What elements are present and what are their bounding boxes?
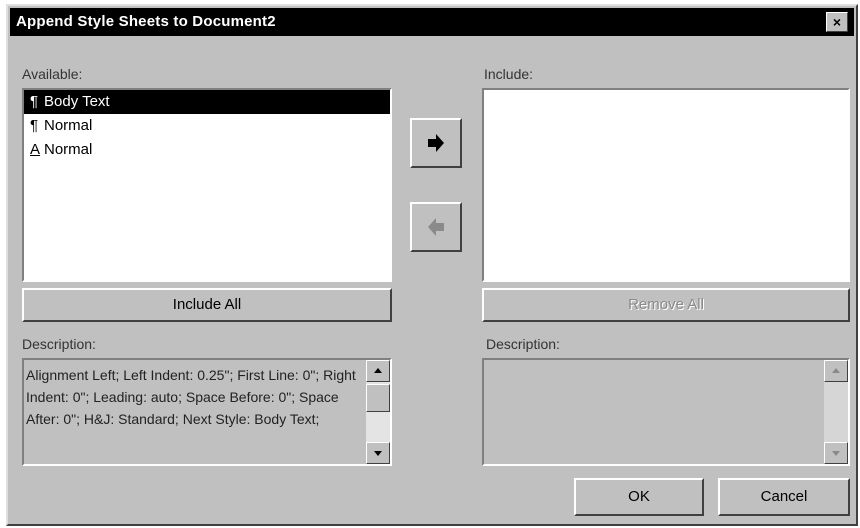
- include-list[interactable]: [482, 88, 850, 282]
- include-label: Include:: [484, 66, 534, 82]
- available-list-item[interactable]: ¶ Normal: [24, 114, 390, 138]
- scroll-down-icon: [832, 451, 840, 456]
- append-style-sheets-dialog: Append Style Sheets to Document2 × Avail…: [6, 4, 858, 526]
- available-list-item[interactable]: A Normal: [24, 138, 390, 162]
- available-list-item[interactable]: ¶ Body Text: [24, 90, 390, 114]
- scroll-up-icon: [374, 368, 382, 373]
- right-description-box: [482, 358, 850, 466]
- scroll-up-button[interactable]: [824, 360, 848, 382]
- left-description-text: Alignment Left; Left Indent: 0.25"; Firs…: [26, 367, 356, 427]
- right-description-label: Description:: [486, 336, 560, 352]
- right-description-scrollbar[interactable]: [824, 360, 848, 464]
- add-to-include-button[interactable]: [410, 118, 462, 168]
- available-item-label: Normal: [44, 117, 93, 134]
- include-all-label: Include All: [172, 296, 242, 313]
- ok-label: OK: [628, 488, 650, 505]
- cancel-button[interactable]: Cancel: [718, 478, 850, 516]
- available-label: Available:: [22, 66, 83, 82]
- left-description-box: Alignment Left; Left Indent: 0.25"; Firs…: [22, 358, 392, 466]
- left-arrow-icon: [428, 218, 444, 236]
- scroll-up-button[interactable]: [366, 360, 390, 382]
- left-description-scrollbar[interactable]: [366, 360, 390, 464]
- close-icon: ×: [832, 14, 842, 30]
- title-bar[interactable]: Append Style Sheets to Document2 ×: [10, 8, 854, 36]
- left-description-label: Description:: [22, 336, 96, 352]
- remove-all-button[interactable]: Remove All: [482, 288, 850, 322]
- available-list[interactable]: ¶ Body Text ¶ Normal A Normal: [22, 88, 392, 282]
- close-button[interactable]: ×: [826, 12, 848, 32]
- window-title: Append Style Sheets to Document2: [16, 13, 276, 30]
- available-item-label: Normal: [44, 141, 93, 158]
- scroll-thumb[interactable]: [366, 384, 390, 412]
- scroll-down-icon: [374, 451, 382, 456]
- include-all-button[interactable]: Include All: [22, 288, 392, 322]
- available-item-label: Body Text: [44, 93, 110, 110]
- right-arrow-icon: [428, 134, 444, 152]
- scroll-down-button[interactable]: [824, 442, 848, 464]
- scroll-down-button[interactable]: [366, 442, 390, 464]
- cancel-label: Cancel: [760, 488, 808, 505]
- remove-from-include-button[interactable]: [410, 202, 462, 252]
- scroll-up-icon: [832, 368, 840, 373]
- ok-button[interactable]: OK: [574, 478, 704, 516]
- character-style-icon: A: [30, 141, 41, 158]
- pilcrow-icon: ¶: [30, 93, 39, 110]
- remove-all-label: Remove All: [628, 296, 704, 313]
- pilcrow-icon: ¶: [30, 117, 39, 134]
